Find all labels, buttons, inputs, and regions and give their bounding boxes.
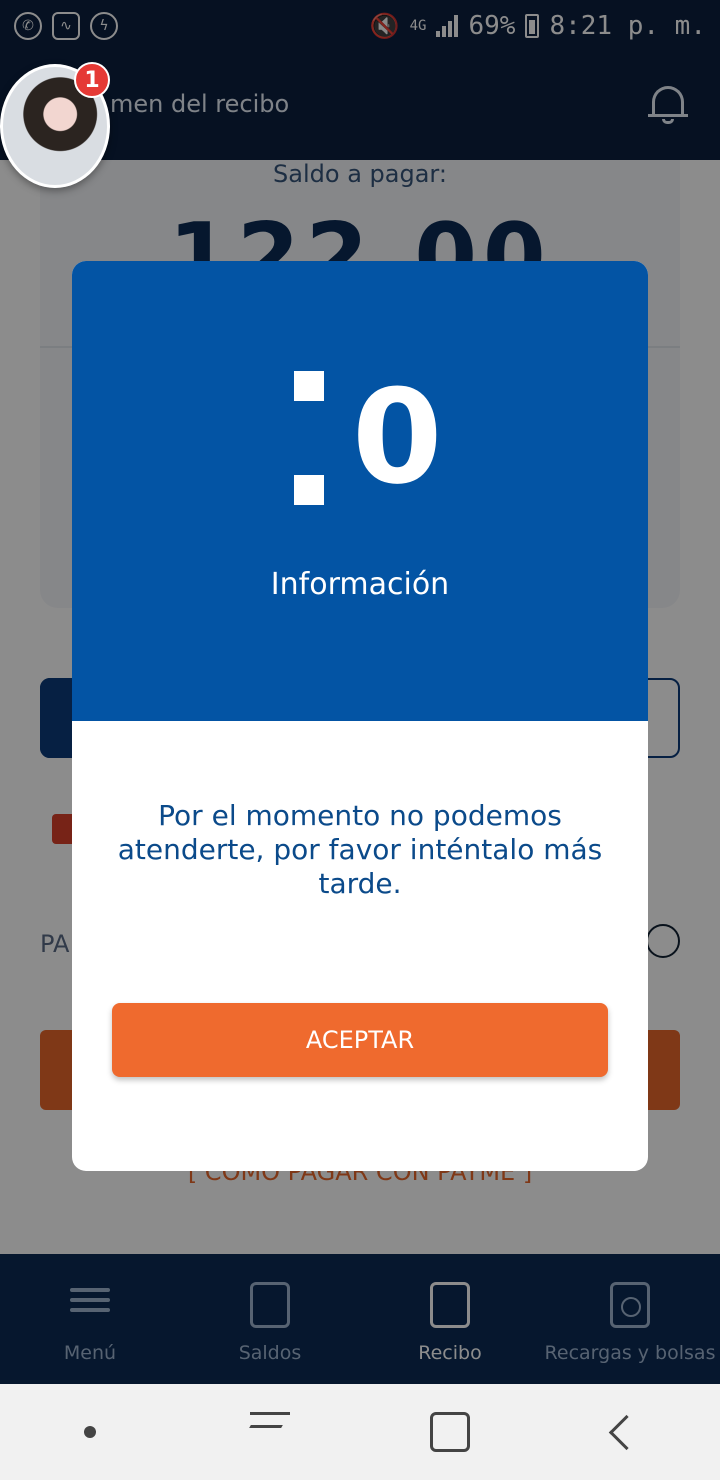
surprised-face-icon: 0	[294, 367, 442, 511]
info-dialog: 0 Información Por el momento no podemos …	[72, 261, 648, 1171]
dialog-message: Por el momento no podemos atenderte, por…	[117, 799, 603, 900]
dialog-header: 0 Información	[72, 261, 648, 721]
dot-icon[interactable]	[70, 1412, 110, 1452]
home-icon[interactable]	[430, 1412, 470, 1452]
accept-button[interactable]: ACEPTAR	[112, 1003, 608, 1077]
dialog-title: Información	[270, 567, 450, 602]
back-icon[interactable]	[610, 1412, 650, 1452]
recent-apps-icon[interactable]	[250, 1412, 290, 1452]
notification-badge: 1	[74, 62, 110, 98]
system-nav-bar	[0, 1384, 720, 1480]
